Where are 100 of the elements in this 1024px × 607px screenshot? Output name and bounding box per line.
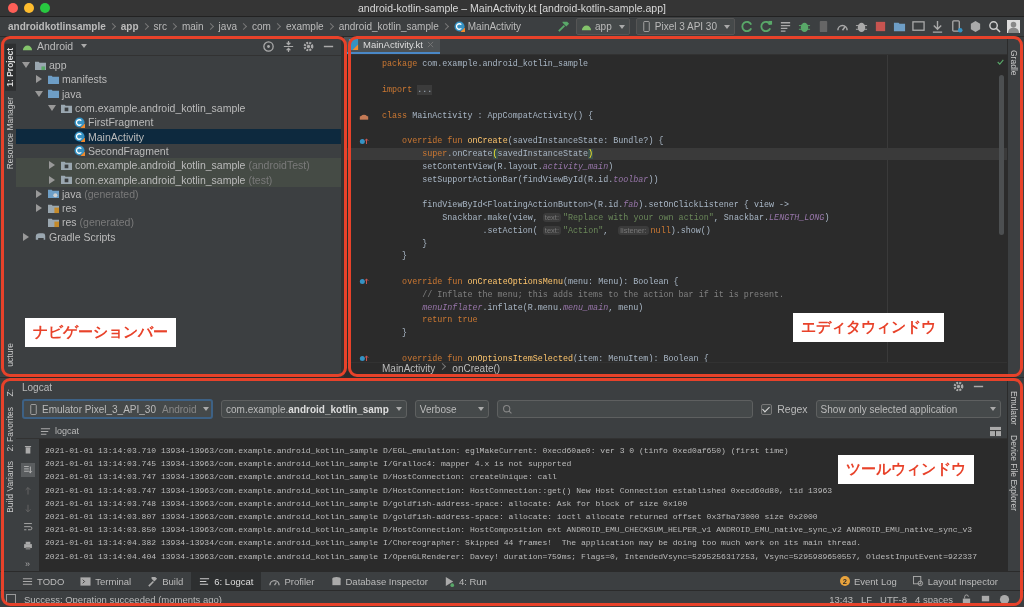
lines-icon [199,575,211,587]
tree-item[interactable]: res [16,200,341,216]
side-tab[interactable]: Resource Manager [5,92,16,174]
tool-tab[interactable]: 6: Logcat [191,572,262,590]
tool-tab[interactable]: Terminal [72,572,140,590]
breadcrumb-item[interactable]: onCreate() [452,364,501,374]
tool-tab[interactable]: Profiler [261,572,323,590]
side-tab[interactable]: Z: [5,385,16,401]
layout-icon[interactable] [990,425,1001,437]
minimize-button[interactable] [24,3,34,13]
breadcrumb-item[interactable]: MainActivity [467,21,522,32]
phone-icon[interactable] [950,20,963,33]
settings-icon[interactable] [952,380,965,393]
list-icon[interactable] [779,20,792,33]
breadcrumb-item[interactable]: app [120,21,139,32]
tree-item[interactable]: MainActivity [16,129,341,144]
folder-icon[interactable] [893,20,906,33]
zoom-button[interactable] [40,3,50,13]
refresh-icon[interactable] [741,20,754,33]
tree-item[interactable]: com.example.android_kotlin_sample [16,100,341,116]
lock-icon[interactable] [961,593,972,605]
code-line: class MainActivity : AppCompatActivity() { [382,110,594,121]
monitor-icon[interactable] [912,20,925,33]
process-dropdown[interactable]: com.example.android_kotlin_samp [221,400,407,418]
hammer-icon [147,575,159,587]
log-level-dropdown[interactable]: Verbose [414,400,489,418]
device-dropdown[interactable]: Emulator Pixel_3_API_30 Android [22,399,213,419]
more-button[interactable]: » [25,559,30,571]
download-icon[interactable] [931,20,944,33]
caret-icon [477,407,484,411]
tree-item[interactable]: SecondFragment [16,143,341,159]
breadcrumb-item[interactable]: MainActivity [382,364,436,374]
override-icon[interactable] [358,136,369,146]
search-icon [501,403,513,415]
status-item[interactable]: LF [860,593,873,605]
filter-dropdown[interactable]: Show only selected application [815,400,1001,418]
tool-tab[interactable]: Layout Inspector [904,572,1006,590]
panel-toggle-icon[interactable] [6,594,16,604]
tree-item[interactable]: java (generated) [16,186,341,201]
tool-tab[interactable]: 4: Run [435,572,495,590]
scroll-to-end-icon[interactable] [20,463,35,477]
search-field[interactable] [496,400,754,418]
tree-item[interactable]: Gradle Scripts [16,229,341,244]
collapse-icon[interactable] [282,39,295,53]
kotlin-file-icon [348,39,359,50]
tree-arrow-icon[interactable] [36,75,42,84]
stop-icon[interactable] [874,20,887,33]
side-tab[interactable]: 2: Favorites [5,402,16,455]
tool-tab[interactable]: TODO [14,572,73,590]
package-icon[interactable] [969,20,982,33]
user-icon[interactable] [1007,20,1020,33]
side-tab[interactable]: Gradle [1008,46,1019,80]
tree-arrow-icon[interactable] [49,175,55,184]
scrollbar[interactable] [999,75,1004,235]
view-dropdown[interactable]: Android [22,40,88,52]
tree-arrow-icon[interactable] [36,189,42,198]
status-item[interactable]: 4 spaces [914,593,953,605]
database-icon [330,575,342,587]
side-tab[interactable]: 1: Project [5,44,16,91]
side-tab[interactable]: Device File Explorer [1008,431,1019,516]
refresh-icon[interactable] [760,20,773,33]
close-button[interactable] [8,3,18,13]
terminal-icon [80,575,92,587]
tree-item[interactable]: app [16,58,341,73]
tool-tab[interactable]: Database Inspector [322,572,436,590]
tree-item[interactable]: FirstFragment [16,115,341,130]
trash-icon[interactable] [22,445,33,455]
regex-checkbox[interactable] [761,403,773,415]
override-icon[interactable] [358,354,369,362]
tree-item[interactable]: res (generated) [16,215,341,230]
device-dropdown[interactable]: Pixel 3 API 30 [635,18,735,35]
status-item[interactable]: UTF-8 [880,593,907,605]
breadcrumb-item[interactable]: src [153,21,167,32]
tree-item[interactable]: java [16,86,341,101]
breadcrumb-item[interactable]: androidkotlinsample [8,21,106,32]
bug-icon[interactable] [798,20,811,33]
breadcrumb-item[interactable]: java [218,21,237,32]
side-tab[interactable]: ucture [5,339,16,371]
side-tab[interactable]: Build Variants [5,456,16,517]
settings-icon[interactable] [302,39,315,53]
side-tab[interactable]: Emulator [1008,387,1019,429]
breadcrumb-item[interactable]: main [181,21,204,32]
tree-item[interactable]: manifests [16,72,341,87]
search-icon[interactable] [988,20,1001,33]
bug-icon[interactable] [855,20,868,33]
override-icon[interactable] [358,277,369,287]
breadcrumb-item[interactable]: android_kotlin_sample [338,21,439,32]
package-folder-icon [61,102,72,114]
hammer-icon[interactable] [557,20,571,33]
target-icon[interactable] [262,39,275,53]
log-line: 2021-01-01 13:14:03.747 13934-13963/com.example.android_kotlin_sample D/HostConnection: HostConnection::get() New Host Connection established 0xecd60d80, tid 13963 [45,484,833,497]
run-config-dropdown[interactable]: app [576,18,630,35]
breadcrumb-item[interactable]: example [285,21,324,32]
tree-arrow-icon[interactable] [36,204,42,213]
tree-arrow-icon[interactable] [23,232,29,241]
tool-tab[interactable]: Build [139,572,192,590]
breadcrumb-item[interactable]: com [251,21,271,32]
print-icon[interactable] [22,540,33,550]
status-item[interactable]: 13:43 [829,593,853,605]
wrap-icon[interactable] [22,522,33,532]
